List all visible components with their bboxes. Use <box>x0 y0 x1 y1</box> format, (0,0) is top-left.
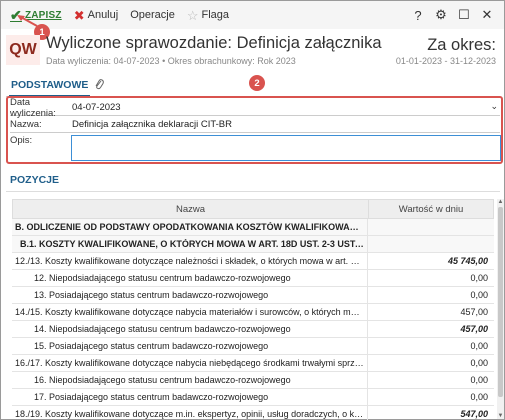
table-row[interactable]: 17. Posiadającego status centrum badawcz… <box>12 389 494 406</box>
name-field[interactable]: Definicja załącznika deklaracji CIT-BR <box>72 119 232 130</box>
maximize-icon[interactable]: ☐ <box>453 4 475 26</box>
description-row: Opis: <box>10 135 501 161</box>
period-title: Za okres: <box>427 36 496 54</box>
table-row[interactable]: 15. Posiadającego status centrum badawcz… <box>12 338 494 355</box>
row-value: 0,00 <box>470 375 488 385</box>
table-row[interactable]: 12./13. Koszty kwalifikowane dotyczące n… <box>12 253 494 270</box>
chevron-down-icon[interactable]: ⌄ <box>490 101 498 112</box>
row-name-text: 12./13. Koszty kwalifikowane dotyczące n… <box>15 256 364 266</box>
row-name: 12./13. Koszty kwalifikowane dotyczące n… <box>12 253 368 269</box>
paperclip-icon[interactable] <box>94 78 104 95</box>
row-name-text: 17. Posiadającego status centrum badawcz… <box>34 392 269 402</box>
table-row[interactable]: B.1. KOSZTY KWALIFIKOWANE, O KTÓRYCH MOW… <box>12 236 494 253</box>
close-x-icon: ✖ <box>73 7 85 23</box>
operations-label: Operacje <box>130 9 175 21</box>
row-name: 16./17. Koszty kwalifikowane dotyczące n… <box>12 355 368 371</box>
row-name: 14./15. Koszty kwalifikowane dotyczące n… <box>12 304 368 320</box>
row-name: 14. Niepodsiadającego statusu centrum ba… <box>12 321 368 337</box>
scroll-up-icon[interactable]: ▲ <box>497 199 504 205</box>
row-name: 18./19. Koszty kwalifikowane dotyczące m… <box>12 406 368 420</box>
toolbar: ✔ ZAPISZ ✖ Anuluj Operacje ☆ Flaga ? ⚙ ☐… <box>1 1 504 29</box>
table-row[interactable]: 14. Niepodsiadającego statusu centrum ba… <box>12 321 494 338</box>
row-value <box>368 219 492 235</box>
row-name-text: 14./15. Koszty kwalifikowane dotyczące n… <box>15 307 364 317</box>
date-row: Data wyliczenia: 04-07-2023 ⌄ <box>10 96 500 119</box>
date-label: Data wyliczenia: <box>10 96 56 119</box>
cancel-label: Anuluj <box>87 9 119 21</box>
vertical-scrollbar[interactable]: ▲ ▼ <box>497 199 504 419</box>
column-header-name[interactable]: Nazwa <box>13 200 369 218</box>
table-row[interactable]: 12. Niepodsiadającego statusu centrum ba… <box>12 270 494 287</box>
row-value: 457,00 <box>460 324 488 334</box>
row-name: 16. Niepodsiadającego statusu centrum ba… <box>12 372 368 388</box>
positions-section-title: POZYCJE <box>10 174 60 186</box>
flag-label: Flaga <box>201 9 230 21</box>
row-name: 17. Posiadającego status centrum badawcz… <box>12 389 368 405</box>
row-name: 12. Niepodsiadającego statusu centrum ba… <box>12 270 368 286</box>
table-row[interactable]: 14./15. Koszty kwalifikowane dotyczące n… <box>12 304 494 321</box>
row-value: 0,00 <box>470 290 488 300</box>
row-value: 0,00 <box>470 392 488 402</box>
date-select[interactable]: 04-07-2023 <box>72 102 121 113</box>
window-controls: ? ⚙ ☐ ✕ <box>406 4 498 26</box>
flag-button[interactable]: ☆ Flaga <box>183 4 233 26</box>
row-value: 45 745,00 <box>447 256 488 266</box>
row-name-text: 14. Niepodsiadającego statusu centrum ba… <box>34 324 291 334</box>
table-row[interactable]: 16./17. Koszty kwalifikowane dotyczące n… <box>12 355 494 372</box>
positions-table: Nazwa Wartość w dniu B. ODLICZENIE OD PO… <box>12 199 494 420</box>
row-name: 13. Posiadającego status centrum badawcz… <box>12 287 368 303</box>
name-row: Nazwa: Definicja załącznika deklaracji C… <box>10 117 500 133</box>
row-name: B.1. KOSZTY KWALIFIKOWANE, O KTÓRYCH MOW… <box>12 236 368 252</box>
tab-basic[interactable]: PODSTAWOWE <box>9 77 91 97</box>
row-name-text: B. ODLICZENIE OD PODSTAWY OPODATKOWANIA … <box>15 222 364 232</box>
name-label: Nazwa: <box>10 119 42 130</box>
help-icon[interactable]: ? <box>407 4 429 26</box>
description-label: Opis: <box>10 135 33 146</box>
page-subtitle: Data wyliczenia: 04-07-2023 • Okres obra… <box>46 56 296 66</box>
row-value: 457,00 <box>460 307 488 317</box>
table-row[interactable]: 16. Niepodsiadającego statusu centrum ba… <box>12 372 494 389</box>
row-value <box>368 236 492 252</box>
row-name-text: 15. Posiadającego status centrum badawcz… <box>34 341 269 351</box>
row-name-text: 12. Niepodsiadającego statusu centrum ba… <box>34 273 291 283</box>
operations-button[interactable]: Operacje <box>126 4 179 26</box>
window-frame: ✔ ZAPISZ ✖ Anuluj Operacje ☆ Flaga ? ⚙ ☐… <box>0 0 505 420</box>
table-row[interactable]: 13. Posiadającego status centrum badawcz… <box>12 287 494 304</box>
form-highlight-box: Data wyliczenia: 04-07-2023 ⌄ Nazwa: Def… <box>6 96 503 164</box>
row-name: 15. Posiadającego status centrum badawcz… <box>12 338 368 354</box>
document-type-badge: QW <box>6 35 40 65</box>
row-value: 0,00 <box>470 273 488 283</box>
cancel-button[interactable]: ✖ Anuluj <box>70 4 122 26</box>
row-value: 547,00 <box>460 409 488 419</box>
annotation-badge-2: 2 <box>249 75 265 91</box>
row-name: B. ODLICZENIE OD PODSTAWY OPODATKOWANIA … <box>12 219 368 235</box>
scrollbar-thumb[interactable] <box>498 207 503 397</box>
document-header: QW Wyliczone sprawozdanie: Definicja zał… <box>1 29 504 73</box>
table-row[interactable]: B. ODLICZENIE OD PODSTAWY OPODATKOWANIA … <box>12 219 494 236</box>
row-name-text: B.1. KOSZTY KWALIFIKOWANE, O KTÓRYCH MOW… <box>20 239 364 249</box>
column-header-value[interactable]: Wartość w dniu <box>369 200 493 218</box>
table-row[interactable]: 18./19. Koszty kwalifikowane dotyczące m… <box>12 406 494 420</box>
row-name-text: 13. Posiadającego status centrum badawcz… <box>34 290 269 300</box>
section-divider <box>6 191 500 192</box>
row-name-text: 16. Niepodsiadającego statusu centrum ba… <box>34 375 291 385</box>
period-value: 01-01-2023 - 31-12-2023 <box>395 56 496 66</box>
row-name-text: 18./19. Koszty kwalifikowane dotyczące m… <box>15 409 364 419</box>
close-icon[interactable]: ✕ <box>476 4 498 26</box>
star-icon: ☆ <box>186 7 199 23</box>
table-body: B. ODLICZENIE OD PODSTAWY OPODATKOWANIA … <box>12 219 494 420</box>
row-name-text: 16./17. Koszty kwalifikowane dotyczące n… <box>15 358 364 368</box>
page-title: Wyliczone sprawozdanie: Definicja załącz… <box>46 34 386 52</box>
scroll-down-icon[interactable]: ▼ <box>497 413 504 419</box>
description-field[interactable] <box>71 135 501 161</box>
table-header: Nazwa Wartość w dniu <box>12 199 494 219</box>
row-value: 0,00 <box>470 341 488 351</box>
row-value: 0,00 <box>470 358 488 368</box>
gear-icon[interactable]: ⚙ <box>430 4 452 26</box>
